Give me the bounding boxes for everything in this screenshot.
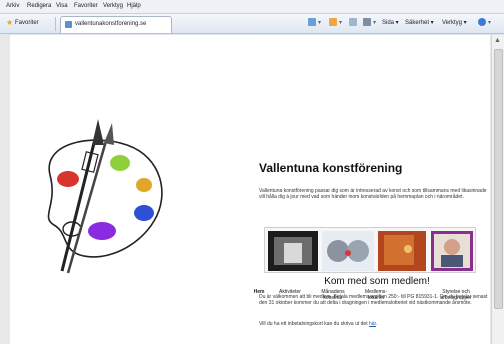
home-icon[interactable] (308, 18, 316, 26)
favorites-button[interactable]: Favoriter (15, 20, 39, 26)
menu-arkiv[interactable]: Arkiv (6, 3, 19, 9)
favorites-bar: ★ Favoriter vallentunakonstforening.se ▾… (0, 14, 504, 34)
image-strip (264, 227, 476, 273)
safety-menu-label: Säkerhet (405, 20, 430, 26)
paint-palette-logo (47, 119, 163, 274)
member-paragraph: Du är välkommen att bli medlem. Betala m… (259, 294, 488, 306)
toolbar-divider (55, 17, 56, 31)
tools-menu-label: Verktyg (442, 20, 463, 26)
web-page: Vallentuna konstförening Vallentuna kons… (10, 35, 490, 344)
member-heading: Kom med som medlem! (324, 276, 430, 287)
tab-title: vallentunakonstforening.se (75, 21, 147, 27)
payment-card-link[interactable]: här (369, 321, 376, 327)
menu-verktyg[interactable]: Verktyg (103, 3, 123, 9)
safety-menu-button[interactable]: Säkerhet ▾ (405, 19, 434, 26)
help-icon[interactable] (478, 18, 486, 26)
print-icon[interactable] (363, 18, 371, 26)
tools-menu-button[interactable]: Verktyg ▾ (442, 19, 467, 26)
vertical-scrollbar[interactable]: ▲ (491, 35, 504, 344)
scroll-thumb[interactable] (494, 49, 503, 309)
page-menu-button[interactable]: Sida ▾ (382, 19, 399, 26)
menu-redigera[interactable]: Redigera (27, 3, 51, 9)
gallery-image-4[interactable] (431, 231, 473, 271)
menu-visa[interactable]: Visa (56, 3, 68, 9)
browser-viewport: Vallentuna konstförening Vallentuna kons… (0, 35, 504, 344)
help-dropdown-icon[interactable]: ▾ (488, 19, 491, 26)
favorites-star-icon[interactable]: ★ (6, 19, 13, 27)
browser-tab[interactable]: vallentunakonstforening.se (60, 16, 172, 33)
gallery-image-1[interactable] (268, 231, 318, 271)
page-favicon-icon (65, 21, 72, 28)
print-dropdown-icon[interactable]: ▾ (373, 19, 376, 26)
site-intro: Vallentuna konstförening passar dig som … (259, 188, 487, 200)
gallery-image-3[interactable] (378, 231, 426, 271)
home-dropdown-icon[interactable]: ▾ (318, 19, 321, 26)
site-title: Vallentuna konstförening (259, 161, 403, 175)
gallery-image-2[interactable] (322, 231, 374, 271)
page-menu-label: Sida (382, 20, 395, 26)
scroll-up-icon[interactable]: ▲ (494, 37, 501, 44)
menu-hjalp[interactable]: Hjälp (127, 3, 141, 9)
payment-card-paragraph: Vill du ha ett inbetalningskort kan du s… (259, 321, 378, 327)
menu-bar: Arkiv Redigera Visa Favoriter Verktyg Hj… (0, 0, 504, 14)
payment-card-text: Vill du ha ett inbetalningskort kan du s… (259, 321, 368, 327)
menu-favoriter[interactable]: Favoriter (74, 3, 98, 9)
feeds-icon[interactable] (329, 18, 337, 26)
mail-icon[interactable] (349, 18, 357, 26)
feeds-dropdown-icon[interactable]: ▾ (339, 19, 342, 26)
